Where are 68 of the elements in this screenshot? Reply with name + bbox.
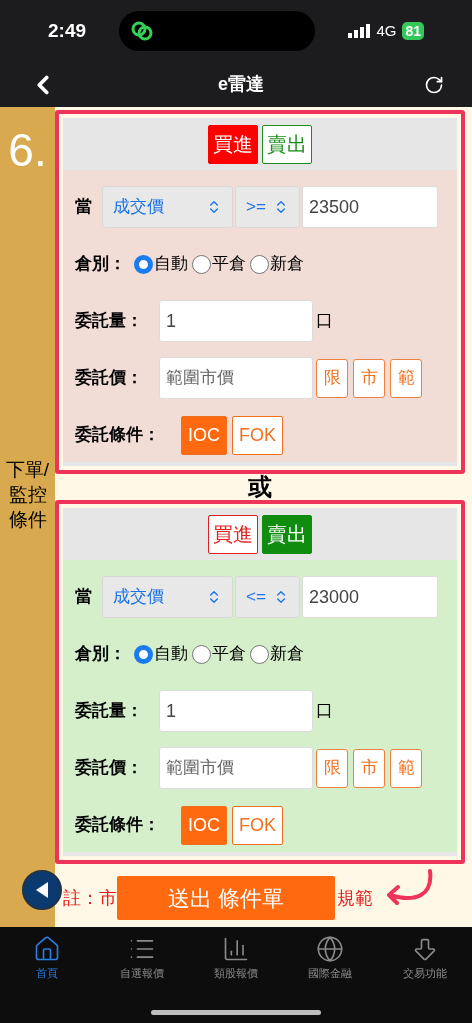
radio-option[interactable]: 平倉: [192, 641, 246, 667]
operator-select[interactable]: >=: [235, 186, 300, 228]
price-field-select[interactable]: 成交價: [102, 186, 233, 228]
order-price-input[interactable]: 範圍市價: [159, 747, 313, 789]
radio-option[interactable]: 自動: [134, 641, 188, 667]
radio-option[interactable]: 新倉: [250, 641, 304, 667]
field-label: 當: [75, 196, 93, 219]
price-type-button[interactable]: 限: [316, 358, 348, 398]
time-in-force-button[interactable]: FOK: [232, 805, 284, 845]
radio-button[interactable]: [192, 644, 211, 664]
tab-bar-item[interactable]: 交易功能: [384, 935, 465, 982]
unit-label: 口: [316, 310, 333, 333]
tab-bar-item[interactable]: 國際金融: [290, 935, 371, 982]
separator-label: 或: [247, 474, 273, 500]
field-label: 當: [75, 586, 93, 609]
left-triangle-icon: [35, 881, 49, 899]
step-label: 下單/監控條件: [4, 458, 51, 532]
side-button[interactable]: 買進: [208, 514, 258, 554]
refresh-icon[interactable]: [424, 74, 444, 95]
radio-button[interactable]: [134, 644, 153, 664]
field-label: 委託條件：: [75, 424, 161, 447]
price-type-button[interactable]: 範: [390, 748, 422, 788]
time-in-force-button[interactable]: FOK: [232, 415, 284, 455]
radio-button[interactable]: [192, 254, 211, 274]
price-input[interactable]: 23000: [302, 576, 438, 618]
price-field-select[interactable]: 成交價: [102, 576, 233, 618]
radio-option[interactable]: 自動: [134, 251, 188, 277]
unit-label: 口: [316, 700, 333, 723]
tab-bar-item[interactable]: 首頁: [7, 935, 88, 982]
note-text: 規範: [337, 886, 373, 910]
order-price-input[interactable]: 範圍市價: [159, 357, 313, 399]
side-button[interactable]: 買進: [208, 124, 258, 164]
field-label: 委託條件：: [75, 814, 161, 837]
field-label: 委託量：: [75, 310, 144, 333]
radio-button[interactable]: [250, 254, 269, 274]
quantity-input[interactable]: 1: [159, 690, 313, 732]
annotation-arrow: [386, 869, 434, 907]
radio-option[interactable]: 新倉: [250, 251, 304, 277]
field-label: 倉別：: [75, 253, 126, 276]
globe-icon: [316, 935, 345, 963]
field-label: 委託價：: [75, 367, 144, 390]
radio-button[interactable]: [134, 254, 153, 274]
side-button[interactable]: 賣出: [262, 124, 312, 164]
step-number: 6.: [8, 127, 47, 173]
side-button[interactable]: 賣出: [262, 514, 312, 554]
field-label: 委託價：: [75, 757, 144, 780]
tab-bar-item[interactable]: 自選報價: [101, 935, 182, 982]
radio-button[interactable]: [250, 644, 269, 664]
operator-select[interactable]: <=: [235, 576, 300, 618]
field-label: 倉別：: [75, 643, 126, 666]
price-type-button[interactable]: 市: [353, 358, 385, 398]
network-label: 4G: [376, 20, 397, 41]
tab-bar-item[interactable]: 類股報價: [195, 935, 276, 982]
quantity-input[interactable]: 1: [159, 300, 313, 342]
signal-icon: [348, 24, 371, 38]
status-time: 2:49: [48, 18, 87, 43]
price-type-button[interactable]: 市: [353, 748, 385, 788]
submit-button[interactable]: 送出 條件單: [117, 876, 335, 920]
radio-option[interactable]: 平倉: [192, 251, 246, 277]
price-input[interactable]: 23500: [302, 186, 438, 228]
note-text: 註：市: [63, 886, 117, 910]
page-title: e雷達: [218, 73, 264, 96]
price-type-button[interactable]: 範: [390, 358, 422, 398]
battery-indicator: 81: [402, 22, 424, 40]
time-in-force-button[interactable]: IOC: [181, 415, 227, 455]
time-in-force-button[interactable]: IOC: [181, 805, 227, 845]
price-type-button[interactable]: 限: [316, 748, 348, 788]
field-label: 委託量：: [75, 700, 144, 723]
